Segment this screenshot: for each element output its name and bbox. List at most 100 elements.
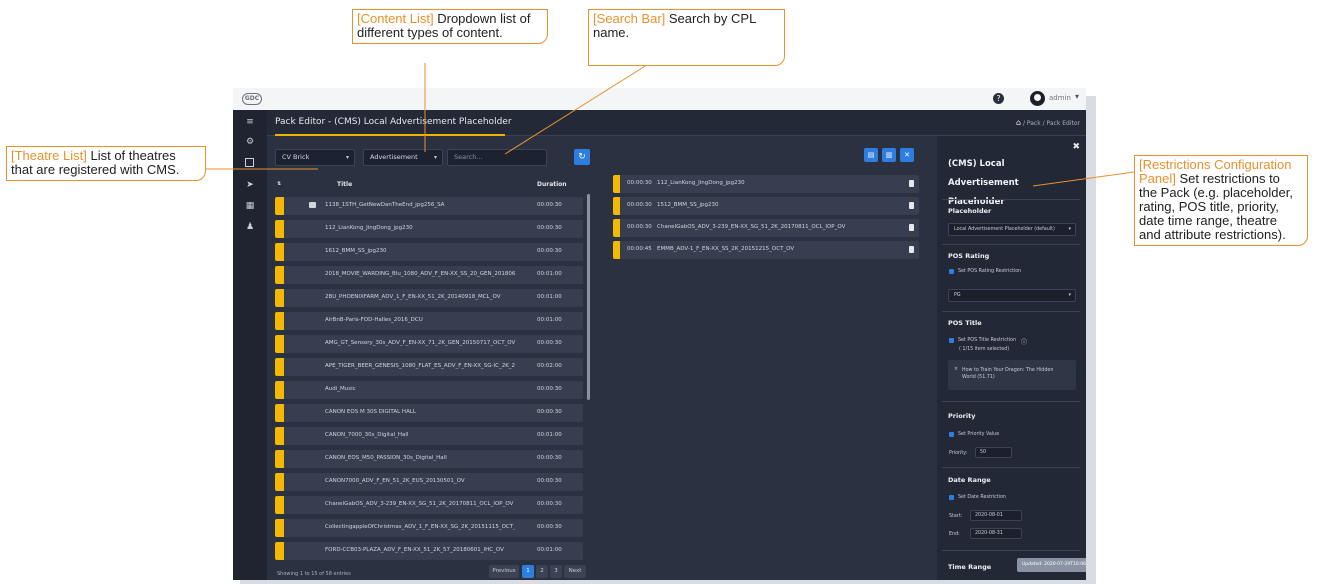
film-icon: [309, 202, 316, 208]
pagination-next[interactable]: Next: [564, 565, 586, 578]
table-row[interactable]: ChanelGabOS_ADV_3-239_EN-XX_SG_51_2K_201…: [275, 496, 583, 514]
home-icon[interactable]: ⌂: [1016, 118, 1021, 127]
menu-icon[interactable]: ≡: [245, 117, 255, 127]
trash-icon[interactable]: [909, 224, 914, 231]
table-row[interactable]: 112_LianKong_JingDong_jpg230 00:00:30: [275, 220, 583, 238]
table-row[interactable]: AirBnB-Paris-FOD-Halles_2016_DCU 00:01:00: [275, 312, 583, 330]
column-title[interactable]: Title: [337, 181, 352, 188]
pagination-previous[interactable]: Previous: [489, 565, 519, 578]
send-icon[interactable]: ➤: [245, 180, 255, 190]
end-date-input[interactable]: 2020-08-31: [970, 528, 1022, 539]
content-color-swatch: [275, 220, 284, 238]
pack-item[interactable]: 00:00:30 1512_BMM_SS_jpg230: [613, 197, 919, 215]
user-icon[interactable]: ♟: [245, 222, 255, 232]
pos-rating-heading: POS Rating: [948, 252, 990, 260]
table-row[interactable]: FORD-CCB03-PLAZA_ADV_F_EN-XX_51_2K_57_20…: [275, 542, 583, 560]
pack-action-button-2[interactable]: ▥: [882, 148, 896, 162]
table-row[interactable]: Audi_Music 00:00:30: [275, 381, 583, 399]
gdc-logo[interactable]: GDC: [242, 93, 262, 105]
theatre-select[interactable]: CV Brick ▾: [275, 149, 355, 166]
pack-item[interactable]: 00:00:30 ChanelGabOS_ADV_3-239_EN-XX_SG_5…: [613, 219, 919, 237]
date-restriction-checkbox[interactable]: [949, 495, 954, 500]
divider: [942, 244, 1080, 245]
content-color-swatch: [275, 473, 284, 491]
pagination-page-2[interactable]: 2: [536, 565, 548, 578]
remove-icon[interactable]: ×: [954, 367, 958, 372]
table-row[interactable]: 2018_MOVIE_WARDING_Blu_1080_ADV_F_EN-XX_…: [275, 266, 583, 284]
reports-icon[interactable]: ▦: [245, 201, 255, 211]
trash-icon[interactable]: [909, 180, 914, 187]
placeholder-select[interactable]: Local Advertisement Placeholder (default…: [948, 223, 1076, 236]
priority-input[interactable]: 50: [975, 447, 1012, 458]
end-date-label: End:: [949, 532, 960, 537]
close-icon[interactable]: ✖: [1072, 142, 1080, 152]
content-color-swatch: [613, 197, 620, 215]
trash-icon[interactable]: [909, 246, 914, 253]
table-row[interactable]: 1138_1STH_GetNewDanTheEnd_jpg256_SA 00:00…: [275, 197, 583, 215]
table-row[interactable]: CANON7000_ADV_F_EN_51_2K_EUS_20130501_OV…: [275, 473, 583, 491]
top-bar: GDC ? admin ▾: [233, 88, 1086, 110]
content-scrollbar[interactable]: [587, 194, 590, 400]
pack-action-button-1[interactable]: ▤: [864, 148, 878, 162]
content-name: 1138_1STH_GetNewDanTheEnd_jpg256_SA: [325, 202, 445, 208]
content-color-swatch: [275, 243, 284, 261]
pos-rating-checkbox-label: Set POS Rating Restriction: [958, 269, 1022, 274]
table-row[interactable]: CollectingappleOfChristmas_ADV_1_F_EN-XX…: [275, 519, 583, 537]
user-avatar-icon[interactable]: [1030, 91, 1045, 106]
pagination-page-1[interactable]: 1: [522, 565, 534, 578]
page-title: Pack Editor - (CMS) Local Advertisement …: [275, 117, 512, 127]
table-header: ⇅ Title Duration: [275, 178, 589, 192]
content-name: ChanelGabOS_ADV_3-239_EN-XX_SG_51_2K_201…: [325, 501, 514, 507]
content-color-swatch: [275, 358, 284, 376]
content-list-panel: CV Brick ▾ Advertisement ▾ Search... ↻ ⇅…: [267, 136, 597, 580]
pack-clear-button[interactable]: ✕: [900, 148, 914, 162]
content-name: AMG_GT_Sensory_30s_ADV_F_EN-XX_71_2K_GEN…: [325, 340, 515, 346]
info-icon[interactable]: ⓘ: [1021, 337, 1027, 346]
theatre-select-value: CV Brick: [282, 153, 310, 161]
column-duration[interactable]: Duration: [537, 181, 567, 188]
pack-item[interactable]: 00:00:45 EMMB_ADV-1_F_EN-XX_SS_2K_2015121…: [613, 241, 919, 259]
chevron-down-icon[interactable]: ▾: [1075, 92, 1079, 101]
pack-contents-panel: ▤ ▥ ✕ 00:00:30 112_LianKong_JingDong_jpg2…: [605, 136, 933, 580]
sort-icon[interactable]: ⇅: [277, 181, 281, 187]
priority-label: Priority:: [949, 451, 968, 456]
table-row[interactable]: CANON EOS M 30S DIGITAL HALL 00:00:30: [275, 404, 583, 422]
content-duration: 00:02:00: [537, 363, 562, 369]
refresh-button[interactable]: ↻: [574, 149, 590, 165]
chevron-down-icon: ▾: [345, 154, 349, 161]
user-name[interactable]: admin: [1049, 94, 1071, 102]
content-duration: 00:01:00: [537, 432, 562, 438]
content-icon[interactable]: [245, 158, 254, 167]
trash-icon[interactable]: [909, 202, 914, 209]
date-range-heading: Date Range: [948, 476, 991, 484]
table-row[interactable]: CANON_7000_30s_Digital_Hall 00:01:00: [275, 427, 583, 445]
table-row[interactable]: CANON_EOS_M50_PASSION_30s_Digital_Hall 00…: [275, 450, 583, 468]
pagination-page-3[interactable]: 3: [550, 565, 562, 578]
content-color-swatch: [275, 542, 284, 560]
table-row[interactable]: AMG_GT_Sensory_30s_ADV_F_EN-XX_71_2K_GEN…: [275, 335, 583, 353]
app-window: GDC ? admin ▾ ≡ ⚙ ➤ ▦ ♟ Pack Editor - (C…: [233, 88, 1086, 580]
screenshot-shadow-bottom: [240, 580, 1096, 584]
table-row[interactable]: 2BU_PHOENIXFARM_ADV_1_F_EN-XX_51_2K_2014…: [275, 289, 583, 307]
divider: [942, 401, 1080, 402]
pos-rating-select[interactable]: PG ▾: [948, 289, 1076, 302]
pos-title-checkbox[interactable]: [949, 338, 954, 343]
table-row[interactable]: APE_TIGER_BEER_GENESIS_1080_FLAT_ES_ADV_…: [275, 358, 583, 376]
priority-checkbox[interactable]: [949, 432, 954, 437]
pos-rating-checkbox[interactable]: [949, 269, 954, 274]
settings-icon[interactable]: ⚙: [245, 137, 255, 147]
search-input[interactable]: Search...: [447, 149, 547, 166]
content-duration: 00:01:00: [537, 317, 562, 323]
screenshot-shadow-right: [1086, 96, 1096, 580]
help-icon[interactable]: ?: [993, 93, 1004, 104]
pack-item[interactable]: 00:00:30 112_LianKong_JingDong_jpg230: [613, 175, 919, 193]
updated-toast: Updated: 2020-07-29T16:06:27: [1017, 558, 1086, 572]
content-name: CANON_7000_30s_Digital_Hall: [325, 432, 409, 438]
chevron-down-icon: ▾: [433, 154, 437, 161]
table-row[interactable]: 1612_BMM_SS_jpg230 00:00:30: [275, 243, 583, 261]
divider: [942, 311, 1080, 312]
content-type-select[interactable]: Advertisement ▾: [363, 149, 443, 166]
start-date-input[interactable]: 2020-08-01: [970, 510, 1022, 521]
content-name: CANON EOS M 30S DIGITAL HALL: [325, 409, 416, 415]
breadcrumb-path[interactable]: / Pack / Pack Editor: [1023, 120, 1080, 127]
